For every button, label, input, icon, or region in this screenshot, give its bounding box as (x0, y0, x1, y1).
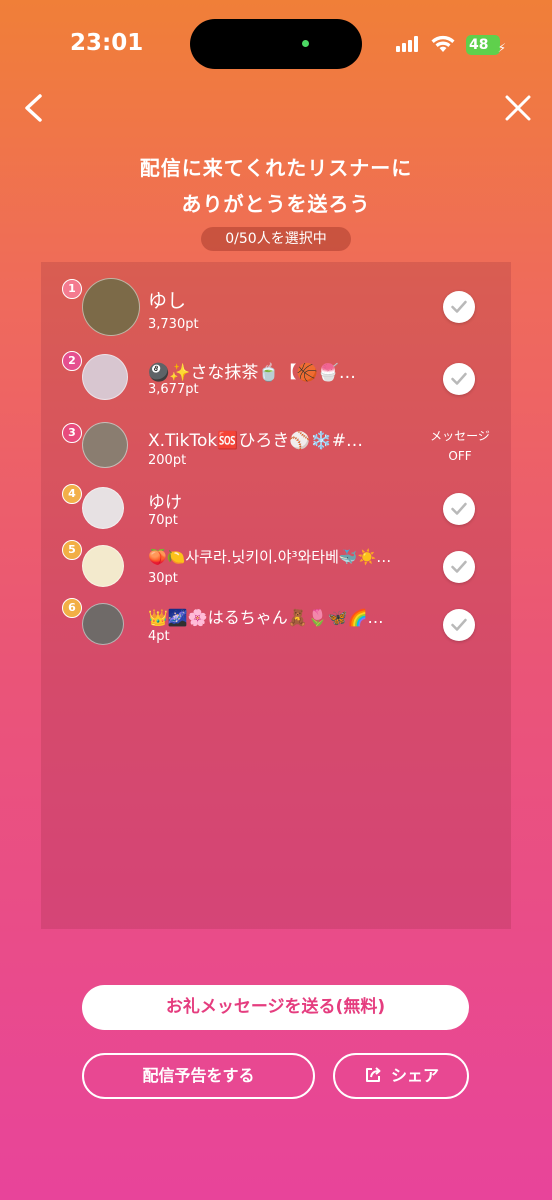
checkmark-icon (451, 372, 467, 385)
avatar (82, 603, 124, 645)
selection-counter-badge: 0/50人を選択中 (201, 227, 351, 251)
share-label: シェア (390, 1066, 439, 1085)
wifi-icon (431, 35, 455, 52)
rank-badge: 1 (62, 279, 82, 299)
listener-name: ゆし (148, 290, 187, 312)
status-time: 23:01 (70, 30, 144, 56)
share-icon (365, 1066, 381, 1082)
listener-list: 1 ゆし 3,730pt 2 🎱✨さな抹茶🍵【🏀🍧… 3,677pt 3 X.T… (41, 262, 511, 929)
checkmark-icon (451, 560, 467, 573)
listener-points: 30pt (148, 571, 178, 586)
cellular-signal-icon (396, 36, 418, 52)
share-button[interactable]: シェア (333, 1053, 469, 1099)
rank-badge: 2 (62, 351, 82, 371)
listener-points: 70pt (148, 513, 178, 528)
page-title-line1: 配信に来てくれたリスナーに (139, 156, 413, 180)
avatar (82, 487, 124, 529)
avatar (82, 422, 128, 468)
listener-row-6[interactable]: 6 👑🌌🌸はるちゃん🧸🌷🦋🌈… 4pt (41, 596, 511, 654)
checkmark-icon (451, 618, 467, 631)
listener-points: 200pt (148, 453, 187, 468)
listener-name: 🍑🍋사쿠라.닛키이.야³와타베🐳☀️… (148, 548, 392, 566)
listener-row-5[interactable]: 5 🍑🍋사쿠라.닛키이.야³와타베🐳☀️… 30pt (41, 538, 511, 596)
select-check-button[interactable] (443, 493, 475, 525)
rank-badge: 4 (62, 484, 82, 504)
checkmark-icon (451, 502, 467, 515)
charging-bolt-icon: ⚡ (497, 41, 506, 55)
listener-row-4[interactable]: 4 ゆけ 70pt (41, 480, 511, 538)
select-check-button[interactable] (443, 551, 475, 583)
battery-level: 48 (469, 37, 489, 53)
message-off-value: OFF (448, 449, 472, 463)
listener-points: 3,730pt (148, 317, 199, 332)
listener-row-1[interactable]: 1 ゆし 3,730pt (41, 276, 511, 336)
avatar (82, 354, 128, 400)
stream-preview-button[interactable]: 配信予告をする (82, 1053, 315, 1099)
message-off-status: メッセージ OFF (421, 426, 499, 466)
message-off-label: メッセージ (430, 429, 490, 443)
send-thanks-message-button[interactable]: お礼メッセージを送る(無料) (82, 985, 469, 1030)
checkmark-icon (451, 300, 467, 313)
close-icon[interactable] (504, 92, 532, 124)
page-title-line2: ありがとうを送ろう (181, 192, 371, 216)
select-check-button[interactable] (443, 363, 475, 395)
listener-name: ゆけ (148, 493, 182, 513)
listener-points: 4pt (148, 629, 170, 644)
rank-badge: 3 (62, 423, 82, 443)
select-check-button[interactable] (443, 291, 475, 323)
listener-points: 3,677pt (148, 382, 199, 397)
select-check-button[interactable] (443, 609, 475, 641)
battery-indicator: 48 ⚡ (466, 35, 506, 55)
back-arrow-icon[interactable] (18, 90, 50, 126)
listener-row-2[interactable]: 2 🎱✨さな抹茶🍵【🏀🍧… 3,677pt (41, 350, 511, 408)
status-bar: 23:01 48 ⚡ (0, 0, 552, 90)
listener-name: 👑🌌🌸はるちゃん🧸🌷🦋🌈… (148, 608, 384, 627)
avatar (82, 278, 140, 336)
listener-name: 🎱✨さな抹茶🍵【🏀🍧… (148, 363, 356, 383)
camera-indicator-icon (302, 40, 309, 47)
listener-name: X.TikTok🆘ひろき⚾️❄️#… (148, 431, 363, 451)
listener-row-3: 3 X.TikTok🆘ひろき⚾️❄️#… 200pt メッセージ OFF (41, 420, 511, 478)
rank-badge: 5 (62, 540, 82, 560)
rank-badge: 6 (62, 598, 82, 618)
avatar (82, 545, 124, 587)
dynamic-island (190, 19, 362, 69)
